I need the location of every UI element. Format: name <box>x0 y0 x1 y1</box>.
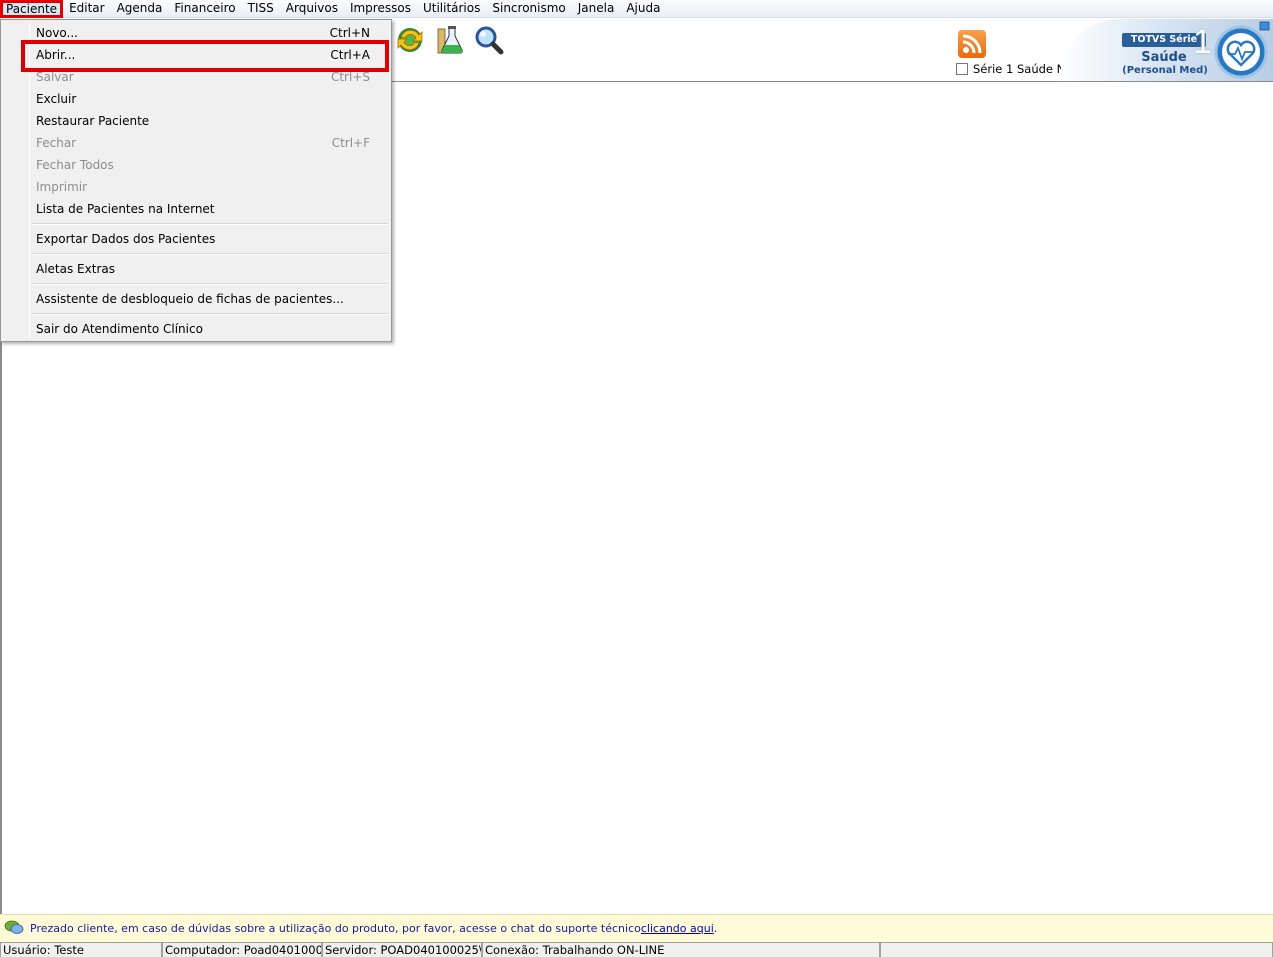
menu-sincronismo[interactable]: Sincronismo <box>486 0 571 18</box>
menu-item-excluir[interactable]: Excluir <box>3 88 389 110</box>
menu-ajuda[interactable]: Ajuda <box>620 0 666 18</box>
status-empty <box>880 942 1273 957</box>
rss-feed-icon[interactable] <box>958 30 986 58</box>
flask-icon[interactable] <box>436 25 466 55</box>
support-info-suffix: . <box>713 922 718 935</box>
status-usuario: Usuário: Teste <box>0 942 162 957</box>
menu-janela[interactable]: Janela <box>572 0 621 18</box>
menubar: Paciente Editar Agenda Financeiro TISS A… <box>0 0 1273 18</box>
menu-item-shortcut: Ctrl+F <box>331 136 370 150</box>
status-bar: Usuário: Teste Computador: Poad040100025… <box>0 942 1273 957</box>
sync-icon[interactable] <box>395 25 425 55</box>
menu-item-sair[interactable]: Sair do Atendimento Clínico <box>3 318 389 340</box>
menu-utilitarios[interactable]: Utilitários <box>417 0 486 18</box>
support-chat-link[interactable]: clicando aqui <box>641 922 714 935</box>
menu-item-novo[interactable]: Novo... Ctrl+N <box>3 22 389 44</box>
menu-item-label: Novo... <box>36 26 78 40</box>
menu-agenda[interactable]: Agenda <box>111 0 169 18</box>
news-checkbox[interactable] <box>956 63 968 75</box>
menu-item-fechar-todos[interactable]: Fechar Todos <box>3 154 389 176</box>
menu-separator <box>32 313 388 315</box>
brand-logo: TOTVS Série 1 Saúde (Personal Med) <box>1060 19 1273 81</box>
menu-item-label: Exportar Dados dos Pacientes <box>36 232 216 246</box>
menu-item-restaurar-paciente[interactable]: Restaurar Paciente <box>3 110 389 132</box>
menu-item-shortcut: Ctrl+N <box>329 26 370 40</box>
menu-separator <box>32 283 388 285</box>
menu-item-label: Excluir <box>36 92 77 106</box>
menu-item-label: Lista de Pacientes na Internet <box>36 202 215 216</box>
menu-item-label: Sair do Atendimento Clínico <box>36 322 203 336</box>
paciente-dropdown-menu: Novo... Ctrl+N Abrir... Ctrl+A Salvar Ct… <box>0 19 392 342</box>
menu-item-label: Fechar Todos <box>36 158 114 172</box>
menu-item-abrir[interactable]: Abrir... Ctrl+A <box>3 44 389 66</box>
menu-paciente[interactable]: Paciente <box>0 0 64 18</box>
brand-edition: (Personal Med) <box>1122 65 1208 76</box>
menu-tiss[interactable]: TISS <box>242 0 280 18</box>
menu-editar[interactable]: Editar <box>63 0 111 18</box>
menu-item-label: Assistente de desbloqueio de fichas de p… <box>36 292 344 306</box>
menu-financeiro[interactable]: Financeiro <box>168 0 241 18</box>
menu-item-exportar-dados[interactable]: Exportar Dados dos Pacientes <box>3 228 389 250</box>
menu-item-salvar[interactable]: Salvar Ctrl+S <box>3 66 389 88</box>
menu-item-fechar[interactable]: Fechar Ctrl+F <box>3 132 389 154</box>
menu-arquivos[interactable]: Arquivos <box>280 0 344 18</box>
menu-separator <box>32 253 388 255</box>
status-servidor: Servidor: POAD040100025\SQ <box>322 942 482 957</box>
menu-item-label: Imprimir <box>36 180 88 194</box>
menu-item-lista-internet[interactable]: Lista de Pacientes na Internet <box>3 198 389 220</box>
support-info-bar: Prezado cliente, em caso de dúvidas sobr… <box>0 914 1273 942</box>
menu-impressos[interactable]: Impressos <box>344 0 417 18</box>
menu-item-label: Aletas Extras <box>36 262 115 276</box>
menu-item-imprimir[interactable]: Imprimir <box>3 176 389 198</box>
menu-item-label: Salvar <box>36 70 74 84</box>
menu-separator <box>32 223 388 225</box>
menu-item-assistente-desbloqueio[interactable]: Assistente de desbloqueio de fichas de p… <box>3 288 389 310</box>
menu-item-label: Fechar <box>36 136 77 150</box>
heart-logo-icon <box>1210 21 1270 82</box>
status-computador: Computador: Poad040100025 <box>162 942 322 957</box>
menu-item-shortcut: Ctrl+S <box>330 70 370 84</box>
support-info-text: Prezado cliente, em caso de dúvidas sobr… <box>30 922 641 935</box>
menu-item-label: Abrir... <box>36 48 76 62</box>
menu-item-label: Restaurar Paciente <box>36 114 150 128</box>
chat-bubbles-icon <box>4 919 24 938</box>
status-conexao: Conexão: Trabalhando ON-LINE <box>482 942 880 957</box>
search-icon[interactable] <box>474 25 504 55</box>
brand-product: Saúde <box>1141 50 1187 65</box>
menu-item-shortcut: Ctrl+A <box>330 48 370 62</box>
menu-item-aletas-extras[interactable]: Aletas Extras <box>3 258 389 280</box>
